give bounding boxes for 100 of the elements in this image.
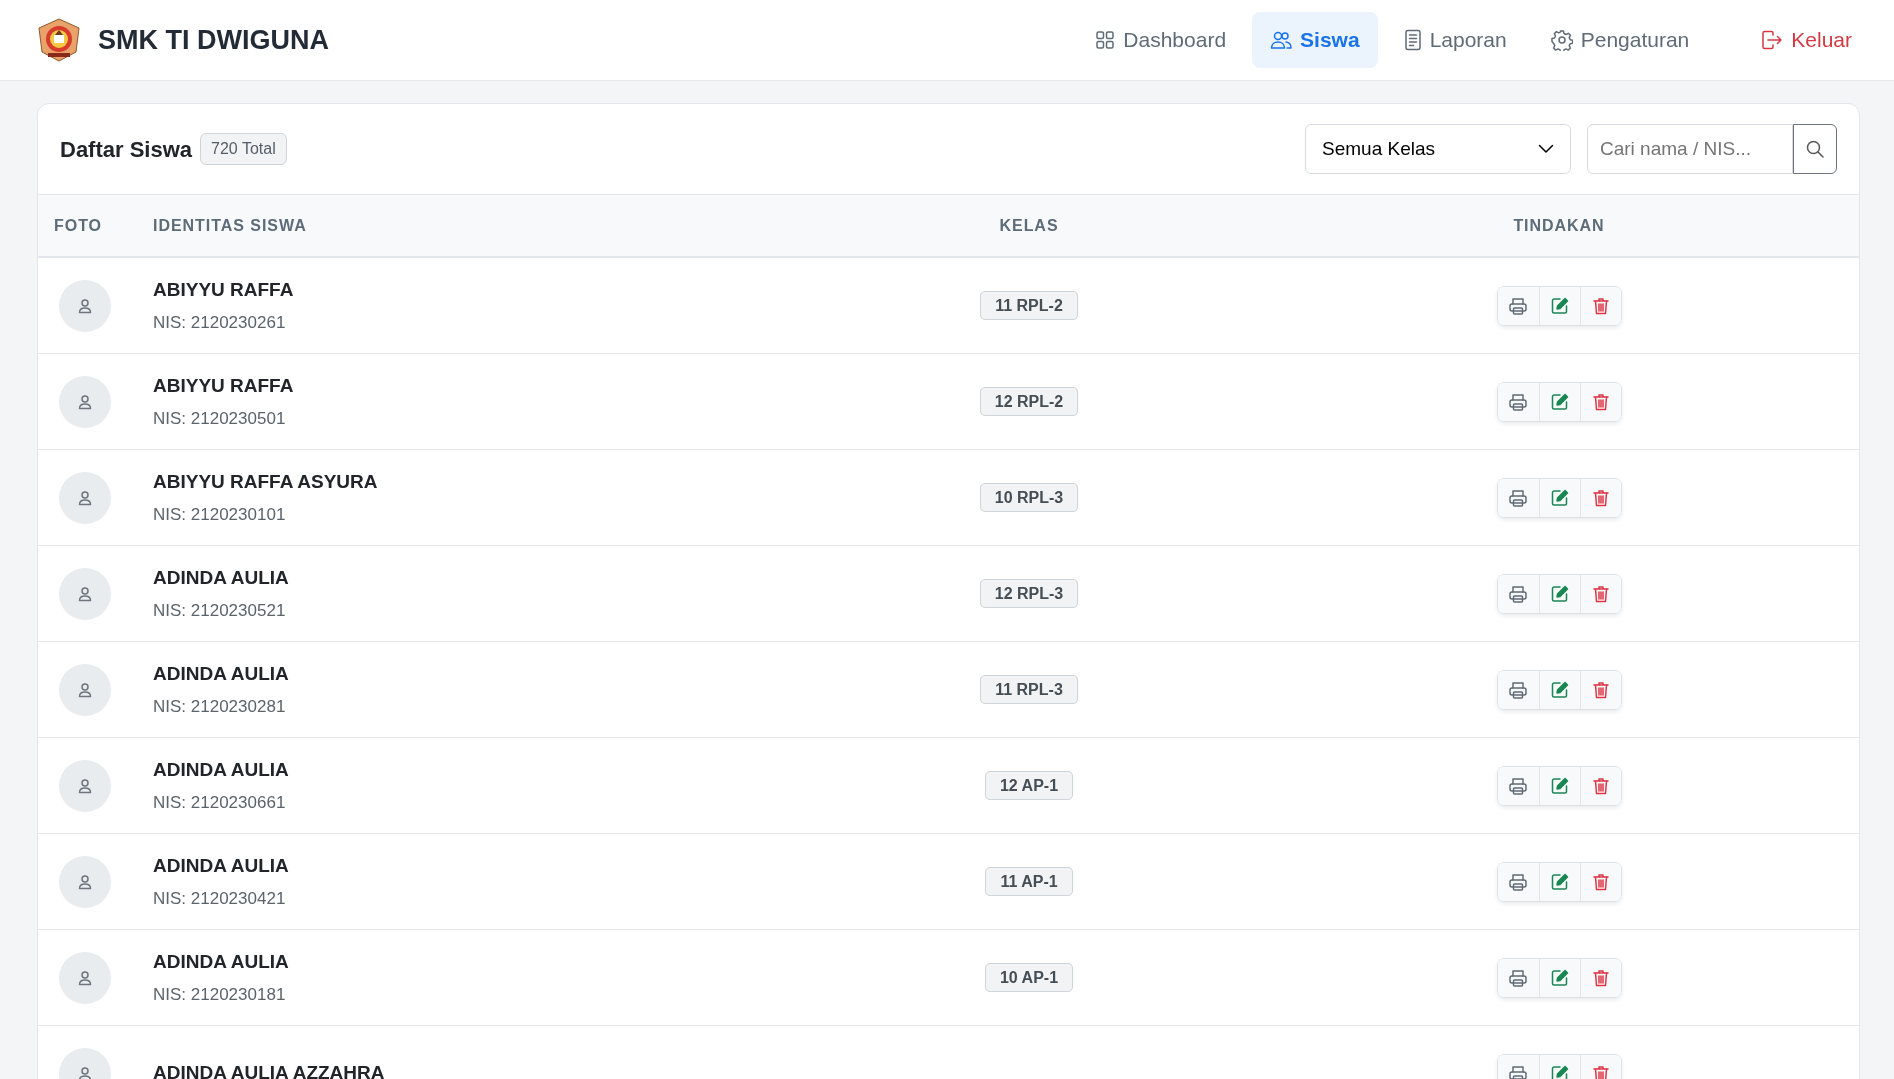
card-title: Daftar Siswa — [60, 135, 193, 164]
print-icon — [1508, 487, 1528, 508]
student-name: ABIYYU RAFFA ASYURA — [153, 469, 379, 494]
column-header: IDENTITAS SISWA — [153, 216, 307, 234]
avatar — [59, 279, 111, 332]
print-icon — [1508, 679, 1528, 700]
column-header: FOTO — [54, 216, 102, 234]
print-button[interactable] — [1497, 286, 1539, 325]
people-icon — [1270, 30, 1293, 50]
trash-button[interactable] — [1579, 286, 1621, 325]
trash-icon — [1590, 487, 1611, 508]
avatar — [59, 567, 111, 620]
nav-tab[interactable]: Laporan — [1385, 12, 1525, 68]
edit-button[interactable] — [1538, 286, 1580, 325]
search-field[interactable]: Cari nama / NIS... — [1587, 124, 1793, 174]
logout-button[interactable]: Keluar — [1755, 23, 1858, 57]
trash-icon — [1590, 679, 1611, 700]
print-button[interactable] — [1497, 670, 1539, 709]
student-nis: NIS: 2120230261 — [153, 312, 287, 334]
edit-icon — [1549, 967, 1570, 988]
class-tag: 10 AP-1 — [984, 962, 1074, 992]
class-tag: 12 RPL-3 — [979, 578, 1079, 608]
avatar — [59, 375, 111, 428]
column-header: KELAS — [999, 216, 1059, 234]
trash-button[interactable] — [1579, 862, 1621, 901]
edit-icon — [1549, 391, 1570, 412]
gear-icon — [1550, 29, 1573, 51]
student-name: ADINDA AULIA AZZAHRA — [153, 1061, 386, 1079]
student-name: ADINDA AULIA — [153, 565, 290, 590]
trash-icon — [1590, 391, 1611, 412]
print-button[interactable] — [1497, 766, 1539, 805]
print-icon — [1508, 871, 1528, 892]
brand-name: SMK TI DWIGUNA — [98, 23, 329, 57]
print-icon — [1508, 583, 1528, 604]
nav-tab[interactable]: Dashboard — [1077, 12, 1245, 68]
avatar — [59, 663, 111, 716]
edit-button[interactable] — [1538, 958, 1580, 997]
class-tag: 11 RPL-2 — [980, 290, 1078, 320]
edit-button[interactable] — [1538, 862, 1580, 901]
nav-tab[interactable]: Pengaturan — [1532, 12, 1708, 68]
student-nis: NIS: 2120230421 — [153, 888, 287, 910]
print-button[interactable] — [1497, 574, 1539, 613]
edit-icon — [1549, 1063, 1570, 1079]
student-nis: NIS: 2120230281 — [153, 696, 287, 718]
edit-icon — [1549, 871, 1570, 892]
trash-button[interactable] — [1579, 958, 1621, 997]
count-tag: 720 Total — [200, 133, 287, 165]
school-logo — [36, 17, 82, 63]
squares-icon — [1095, 30, 1116, 50]
trash-icon — [1590, 967, 1611, 988]
student-name: ABIYYU RAFFA — [153, 373, 295, 398]
nav-tab[interactable]: Siswa — [1252, 12, 1378, 68]
edit-icon — [1549, 487, 1570, 508]
print-button[interactable] — [1497, 958, 1539, 997]
student-nis: NIS: 2120230181 — [153, 984, 287, 1006]
edit-icon — [1549, 295, 1570, 316]
print-icon — [1508, 775, 1528, 796]
trash-button[interactable] — [1579, 574, 1621, 613]
trash-button[interactable] — [1579, 478, 1621, 517]
print-button[interactable] — [1497, 862, 1539, 901]
edit-button[interactable] — [1538, 670, 1580, 709]
avatar — [59, 951, 111, 1004]
edit-icon — [1549, 583, 1570, 604]
class-tag: 12 AP-1 — [984, 770, 1074, 800]
student-name: ADINDA AULIA — [153, 949, 290, 974]
student-name: ADINDA AULIA — [153, 757, 290, 782]
print-icon — [1508, 967, 1528, 988]
student-name: ADINDA AULIA — [153, 661, 290, 686]
trash-icon — [1590, 775, 1611, 796]
avatar — [59, 855, 111, 908]
trash-button[interactable] — [1579, 382, 1621, 421]
student-nis: NIS: 2120230521 — [153, 600, 287, 622]
chevron-icon — [1538, 144, 1554, 154]
trash-button[interactable] — [1579, 766, 1621, 805]
search-icon — [1805, 139, 1825, 159]
class-tag: 11 RPL-3 — [980, 674, 1078, 704]
print-icon — [1508, 1063, 1528, 1079]
trash-icon — [1590, 583, 1611, 604]
print-button[interactable] — [1497, 382, 1539, 421]
edit-button[interactable] — [1538, 382, 1580, 421]
edit-button[interactable] — [1538, 478, 1580, 517]
exit-icon — [1761, 30, 1784, 50]
print-icon — [1508, 295, 1528, 316]
student-name: ABIYYU RAFFA — [153, 277, 295, 302]
student-nis: NIS: 2120230661 — [153, 792, 287, 814]
student-nis: NIS: 2120230501 — [153, 408, 287, 430]
trash-icon — [1590, 295, 1611, 316]
document-icon — [1403, 29, 1422, 51]
edit-button[interactable] — [1538, 574, 1580, 613]
student-name: ADINDA AULIA — [153, 853, 290, 878]
trash-icon — [1590, 871, 1611, 892]
column-header: TINDAKAN — [1513, 216, 1605, 234]
print-button[interactable] — [1497, 478, 1539, 517]
search-button[interactable] — [1793, 124, 1837, 174]
class-tag: 12 RPL-2 — [979, 386, 1079, 416]
edit-button[interactable] — [1538, 766, 1580, 805]
edit-icon — [1549, 775, 1570, 796]
print-icon — [1508, 391, 1528, 412]
trash-button[interactable] — [1579, 670, 1621, 709]
class-filter-dropdown[interactable]: Semua Kelas — [1305, 124, 1571, 174]
